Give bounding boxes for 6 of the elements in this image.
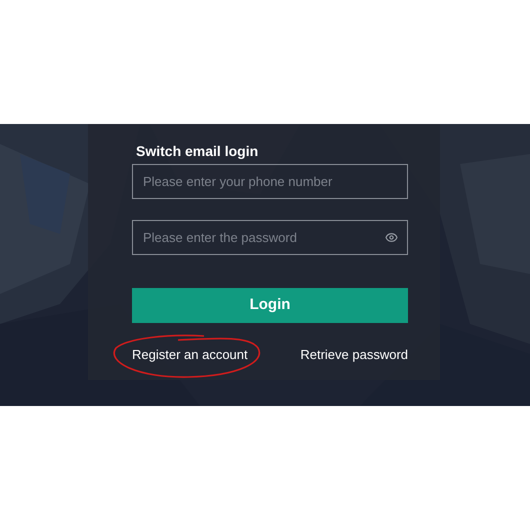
form-title: Switch email login [135,142,260,160]
password-input-field[interactable]: Please enter the password [132,220,408,255]
show-password-icon[interactable] [385,231,398,244]
phone-input-field[interactable]: Please enter your phone number [132,164,408,199]
retrieve-password-link[interactable]: Retrieve password [300,345,408,364]
register-link[interactable]: Register an account [132,345,248,364]
